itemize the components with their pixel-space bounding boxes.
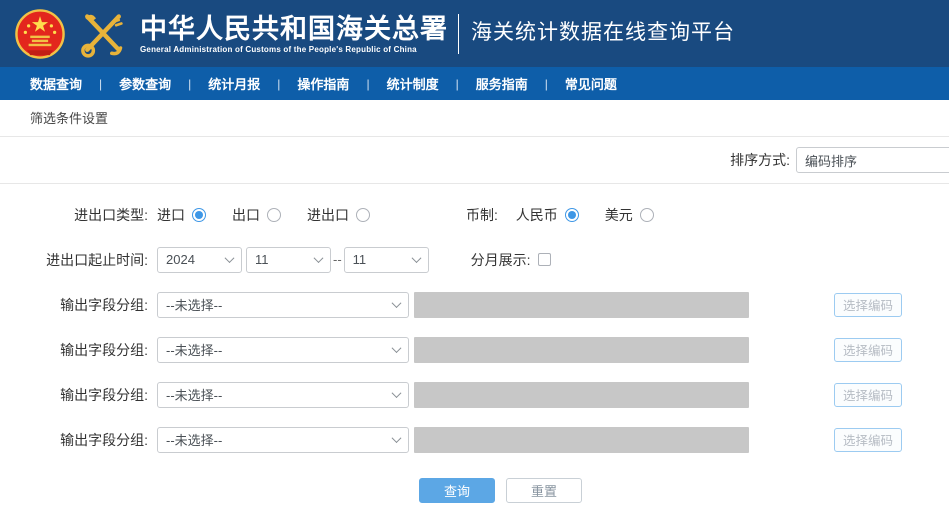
national-emblem-icon [14,8,66,60]
currency-label: 币制: [466,205,498,225]
field-group-row-2: 输出字段分组: --未选择-- 选择编码 [0,327,949,372]
field-group-label-1: 输出字段分组: [0,295,148,315]
radio-usd[interactable]: 美元 [605,205,654,225]
chevron-down-icon [392,298,402,308]
monthly-display-label: 分月展示: [471,250,531,270]
field-group-select-3[interactable]: --未选择-- [157,382,409,408]
nav-item-service-guide[interactable]: 服务指南 [476,74,528,93]
chevron-down-icon [392,388,402,398]
nav-separator: | [366,77,369,91]
page-root: 中华人民共和国海关总署 General Administration of Cu… [0,0,949,513]
chevron-down-icon [225,253,235,263]
radio-import-export[interactable]: 进出口 [307,205,370,225]
field-group-row-1: 输出字段分组: --未选择-- 选择编码 [0,282,949,327]
end-month-select-value: 11 [353,252,407,267]
monthly-display-checkbox[interactable] [538,253,551,266]
org-title-block: 中华人民共和国海关总署 General Administration of Cu… [140,14,448,54]
nav-separator: | [277,77,280,91]
start-month-select[interactable]: 11 [246,247,331,273]
field-group-select-4-value: --未选择-- [166,430,387,449]
radio-rmb[interactable]: 人民币 [516,205,579,225]
currency-group: 币制: 人民币 美元 [466,205,680,225]
main-nav: 数据查询 | 参数查询 | 统计月报 | 操作指南 | 统计制度 | 服务指南 … [0,67,949,100]
sort-label: 排序方式: [730,150,790,170]
radio-rmb-label: 人民币 [516,205,558,225]
query-button[interactable]: 查询 [419,478,495,503]
field-group-select-4[interactable]: --未选择-- [157,427,409,453]
chevron-down-icon [392,433,402,443]
field-group-label-4: 输出字段分组: [0,430,148,450]
section-title: 筛选条件设置 [0,100,949,137]
field-group-select-1[interactable]: --未选择-- [157,292,409,318]
monthly-display-group: 分月展示: [471,250,551,270]
trade-type-row: 进出口类型: 进口 出口 进出口 币制: 人民币 [0,192,949,237]
radio-import-control [192,208,206,222]
nav-item-data-query[interactable]: 数据查询 [30,74,82,93]
radio-import-export-label: 进出口 [307,205,349,225]
customs-logo-icon [74,6,132,62]
field-group-select-1-value: --未选择-- [166,295,387,314]
start-month-select-value: 11 [255,252,309,267]
sort-row: 排序方式: 编码排序 [0,137,949,184]
header-divider [458,14,459,54]
nav-item-statistics-system[interactable]: 统计制度 [387,74,439,93]
org-name-en: General Administration of Customs of the… [140,45,448,54]
nav-separator: | [188,77,191,91]
platform-title: 海关统计数据在线查询平台 [471,16,735,52]
nav-item-operation-guide[interactable]: 操作指南 [297,74,349,93]
date-range-row: 进出口起止时间: 2024 11 -- 11 分月展示: [0,237,949,282]
nav-separator: | [99,77,102,91]
chevron-down-icon [392,343,402,353]
field-group-label-2: 输出字段分组: [0,340,148,360]
org-name-cn: 中华人民共和国海关总署 [140,14,448,44]
nav-separator: | [456,77,459,91]
radio-import-label: 进口 [157,205,185,225]
field-group-row-3: 输出字段分组: --未选择-- 选择编码 [0,372,949,417]
choose-code-button-4[interactable]: 选择编码 [834,428,902,452]
radio-usd-control [640,208,654,222]
nav-item-monthly-report[interactable]: 统计月报 [208,74,260,93]
nav-item-faq[interactable]: 常见问题 [565,74,617,93]
choose-code-button-1[interactable]: 选择编码 [834,293,902,317]
date-range-separator: -- [333,252,342,267]
radio-export-control [267,208,281,222]
field-group-row-4: 输出字段分组: --未选择-- 选择编码 [0,417,949,462]
field-group-code-input-1 [414,292,749,318]
trade-type-label: 进出口类型: [0,205,148,225]
choose-code-button-2[interactable]: 选择编码 [834,338,902,362]
field-group-select-2[interactable]: --未选择-- [157,337,409,363]
choose-code-button-3[interactable]: 选择编码 [834,383,902,407]
radio-export-label: 出口 [232,205,260,225]
year-select-value: 2024 [166,252,220,267]
chevron-down-icon [314,253,324,263]
radio-usd-label: 美元 [605,205,633,225]
sort-select[interactable]: 编码排序 [796,147,949,173]
field-group-select-2-value: --未选择-- [166,340,387,359]
end-month-select[interactable]: 11 [344,247,429,273]
field-group-code-input-3 [414,382,749,408]
action-bar: 查询 重置 [0,478,949,503]
date-range-label: 进出口起止时间: [0,250,148,270]
field-group-code-input-2 [414,337,749,363]
nav-item-param-query[interactable]: 参数查询 [119,74,171,93]
year-select[interactable]: 2024 [157,247,242,273]
radio-import[interactable]: 进口 [157,205,206,225]
field-group-label-3: 输出字段分组: [0,385,148,405]
radio-export[interactable]: 出口 [232,205,281,225]
field-group-select-3-value: --未选择-- [166,385,387,404]
filter-form: 进出口类型: 进口 出口 进出口 币制: 人民币 [0,184,949,462]
app-header: 中华人民共和国海关总署 General Administration of Cu… [0,0,949,67]
reset-button[interactable]: 重置 [506,478,582,503]
filter-panel: 筛选条件设置 排序方式: 编码排序 进出口类型: 进口 出口 进出口 [0,100,949,503]
radio-import-export-control [356,208,370,222]
nav-separator: | [545,77,548,91]
radio-rmb-control [565,208,579,222]
field-group-code-input-4 [414,427,749,453]
sort-select-value: 编码排序 [805,151,949,170]
chevron-down-icon [411,253,421,263]
